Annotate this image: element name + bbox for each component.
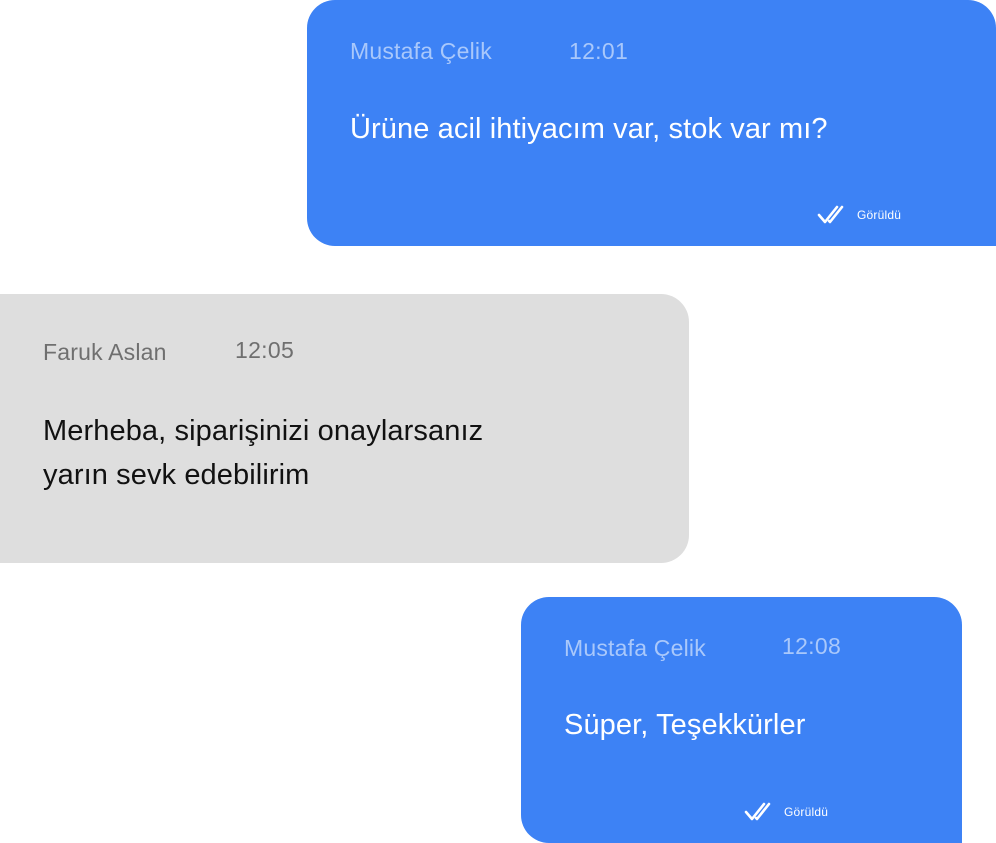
status-label: Görüldü [857, 208, 902, 222]
message-bubble-incoming[interactable]: Faruk Aslan 12:05 Merheba, siparişinizi … [0, 294, 689, 563]
read-status: Görüldü [744, 801, 828, 823]
message-text-line: Merheba, siparişinizi onaylarsanız [43, 415, 484, 447]
message-bubble-outgoing[interactable]: Mustafa Çelik 12:08 Süper, Teşekkürler G… [521, 597, 962, 843]
message-time: 12:08 [782, 633, 842, 659]
message-text: Merheba, siparişinizi onaylarsanız yarın… [43, 409, 603, 497]
chat-conversation: Mustafa Çelik 12:01 Ürüne acil ihtiyacım… [0, 0, 996, 843]
status-label: Görüldü [784, 805, 829, 819]
double-check-icon [744, 801, 778, 823]
message-time: 12:05 [235, 337, 295, 363]
read-status: Görüldü [817, 204, 901, 226]
sender-name: Faruk Aslan [43, 339, 167, 365]
message-text: Ürüne acil ihtiyacım var, stok var mı? [350, 113, 828, 145]
message-text-line: yarın sevk edebilirim [43, 459, 310, 491]
sender-name: Mustafa Çelik [350, 38, 492, 64]
message-text: Süper, Teşekkürler [564, 709, 806, 741]
double-check-icon [817, 204, 851, 226]
message-bubble-outgoing[interactable]: Mustafa Çelik 12:01 Ürüne acil ihtiyacım… [307, 0, 996, 246]
message-time: 12:01 [569, 38, 629, 64]
sender-name: Mustafa Çelik [564, 635, 706, 661]
